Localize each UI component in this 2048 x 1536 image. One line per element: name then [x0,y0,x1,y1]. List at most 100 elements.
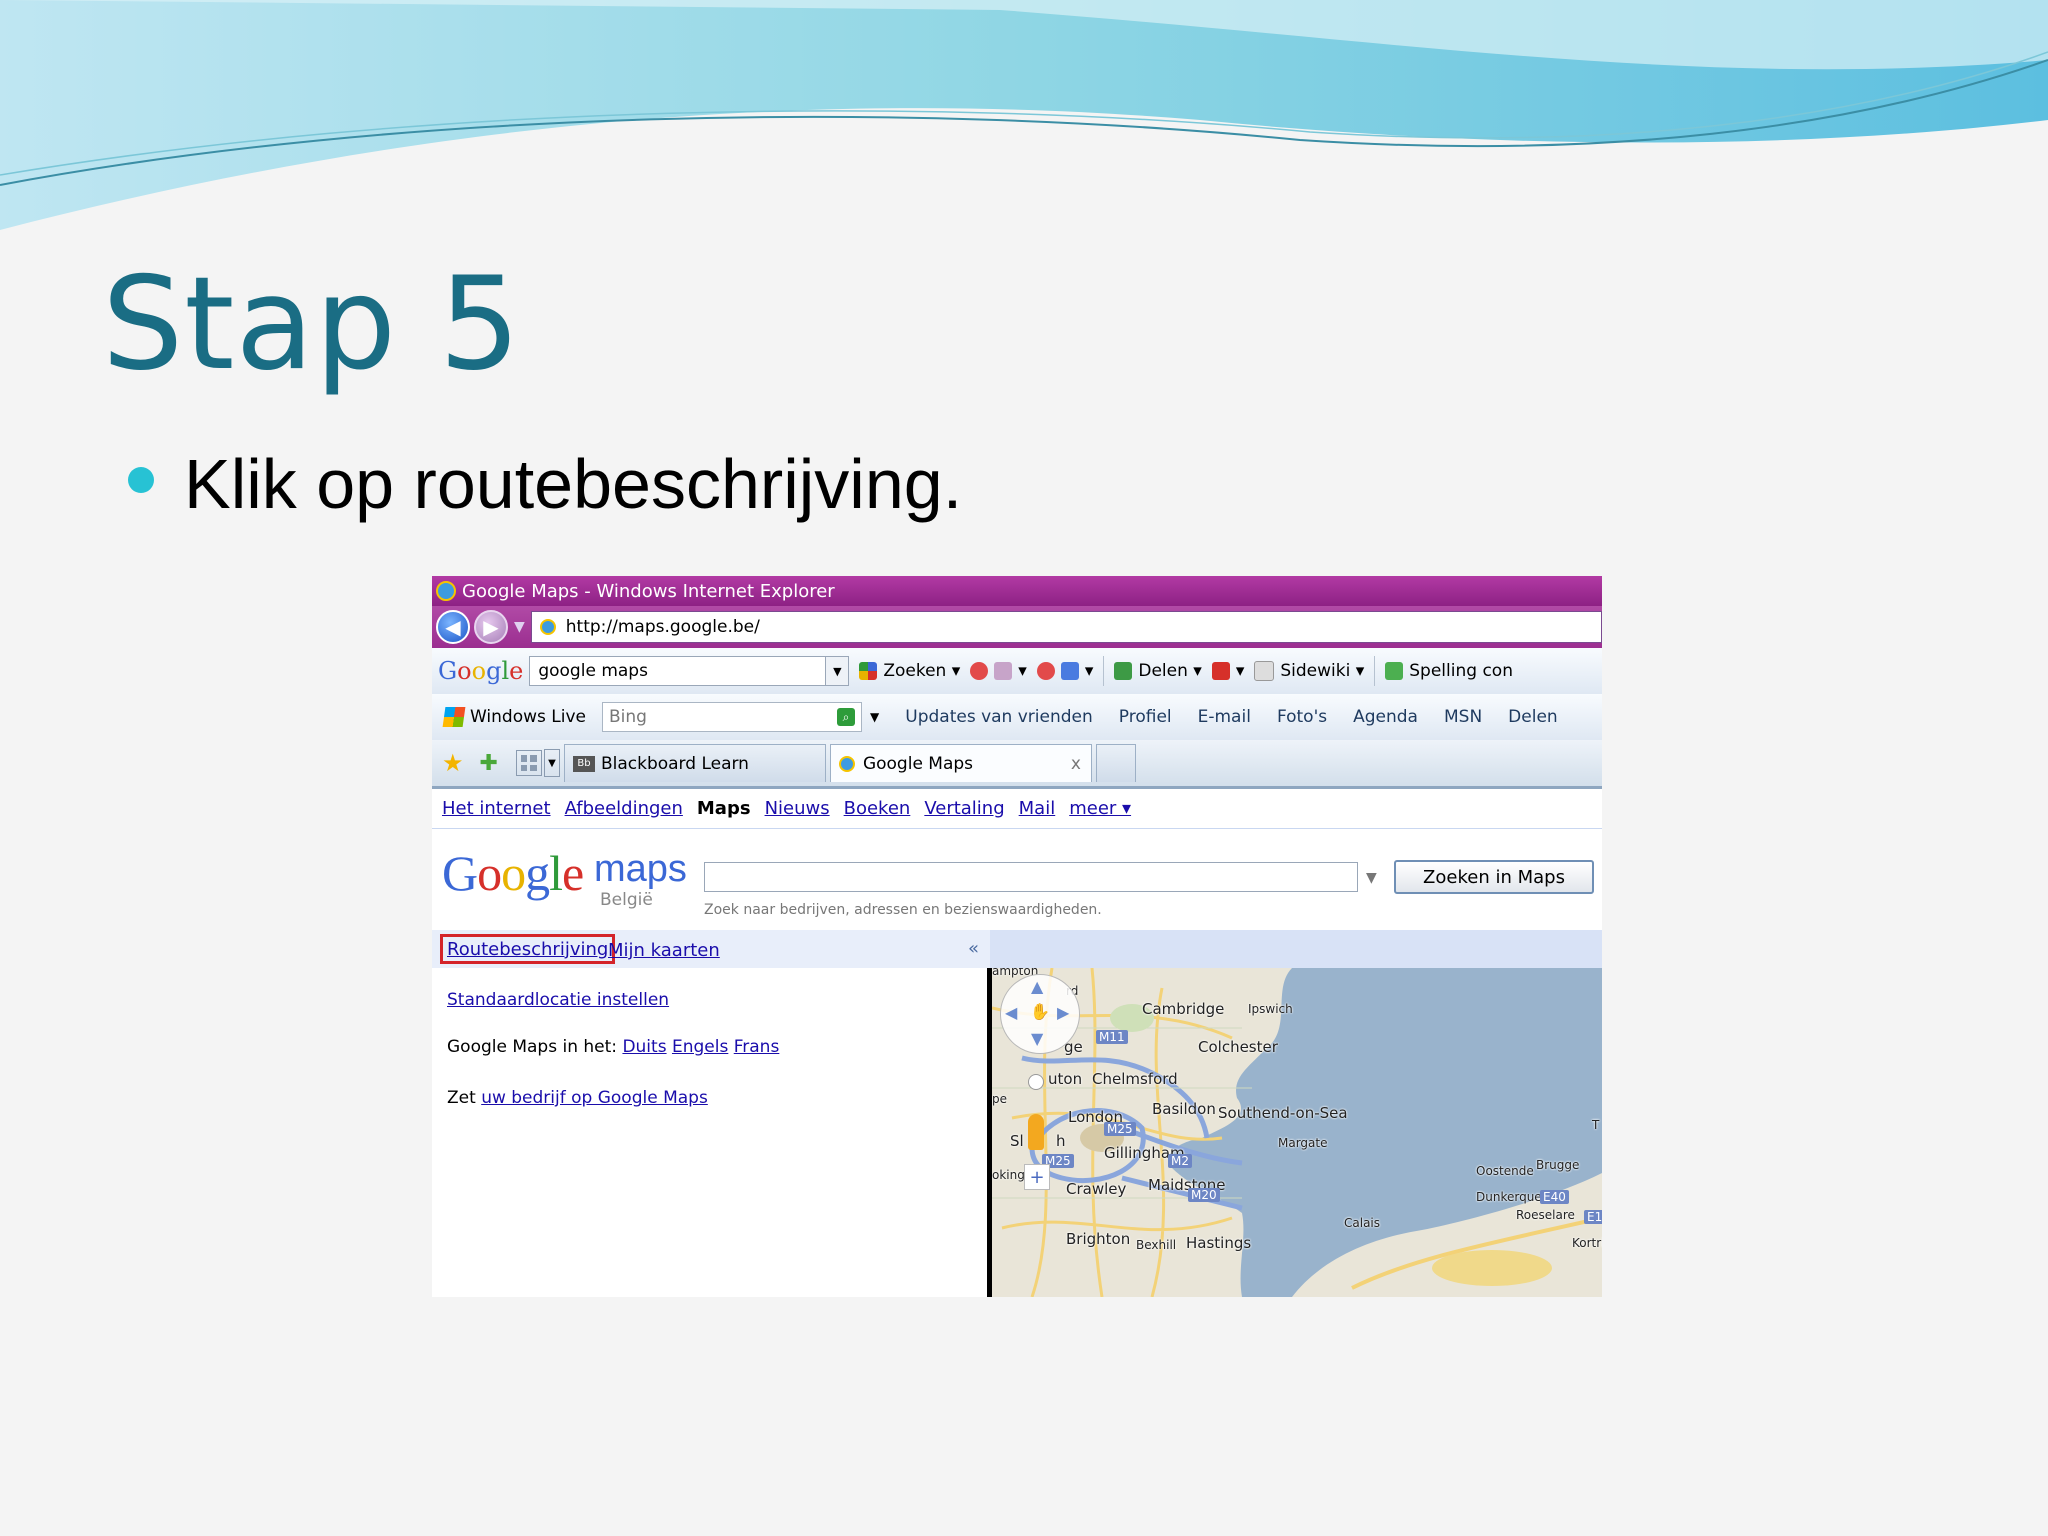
tab-google-maps[interactable]: Google Maps x [829,744,1092,782]
chevron-down-icon[interactable]: ▼ [1366,870,1377,886]
maps-search-button[interactable]: Zoeken in Maps [1394,860,1594,894]
map-label: pe [992,1092,1007,1106]
recent-pages-dropdown-icon[interactable]: ▼ [514,619,525,635]
street-view-pegman-icon[interactable] [1028,1114,1044,1150]
road-shield: M20 [1188,1188,1220,1202]
lang-link-frans[interactable]: Frans [734,1037,780,1057]
chevron-down-icon[interactable]: ▼ [825,657,849,685]
spelling-button[interactable]: Spelling con [1385,661,1513,681]
live-link-agenda[interactable]: Agenda [1353,707,1418,727]
back-button[interactable]: ◀ [436,610,470,644]
bookmark-button[interactable]: ▾ [1211,661,1244,681]
delen-button[interactable]: Delen ▾ [1114,661,1202,681]
lang-link-duits[interactable]: Duits [622,1037,666,1057]
pan-right-icon[interactable]: ▶ [1057,1003,1069,1022]
close-icon[interactable]: x [1071,754,1081,774]
map-view[interactable]: ampton rd Cambridge Ipswich Colchester g… [992,968,1602,1297]
tab-list-dropdown-icon[interactable]: ▼ [543,749,560,777]
tab-blackboard-learn[interactable]: Bb Blackboard Learn [563,744,826,782]
slide-bullet: Klik op routebeschrijving. [128,444,962,524]
business-prefix: Zet [447,1088,476,1108]
live-link-delen[interactable]: Delen [1508,707,1558,727]
maps-search-input[interactable] [704,862,1358,892]
live-link-fotos[interactable]: Foto's [1277,707,1327,727]
map-label: Chelmsford [1092,1070,1178,1088]
live-link-email[interactable]: E-mail [1198,707,1251,727]
zoom-handle-icon[interactable] [1028,1074,1044,1090]
gbar-link-mail[interactable]: Mail [1019,798,1056,819]
map-label: Southend-on-Sea [1218,1104,1348,1122]
map-label: Brighton [1066,1230,1131,1248]
gbar-link-web[interactable]: Het internet [442,798,551,819]
sidewiki-button[interactable]: Sidewiki ▾ [1254,661,1364,681]
map-label: h [1056,1132,1066,1150]
google-bar: Het internet Afbeeldingen Maps Nieuws Bo… [432,788,1602,829]
pan-down-icon[interactable]: ▼ [1031,1029,1043,1048]
maps-side-panel: Standaardlocatie instellen Google Maps i… [432,968,990,1297]
road-shield: E40 [1540,1190,1569,1204]
tab-label: Blackboard Learn [600,753,749,774]
add-button-icon [1060,662,1079,680]
bing-placeholder: Bing [609,707,647,727]
collapse-panel-icon[interactable]: « [968,938,979,959]
maps-search-hint: Zoek naar bedrijven, adressen en beziens… [704,902,1102,918]
bing-search-input[interactable]: Bing ⌕ [602,702,863,732]
default-location-link[interactable]: Standaardlocatie instellen [447,990,669,1010]
favorites-star-icon[interactable]: ★ [442,749,464,777]
live-link-profiel[interactable]: Profiel [1119,707,1172,727]
address-url: http://maps.google.be/ [565,617,760,637]
sidewiki-label: Sidewiki [1280,661,1351,681]
gbar-link-translate[interactable]: Vertaling [924,798,1004,819]
live-link-msn[interactable]: MSN [1444,707,1482,727]
routebeschrijving-link[interactable]: Routebeschrijving [440,934,616,964]
pan-up-icon[interactable]: ▲ [1031,977,1043,996]
favorites-tab-bar: ★ ✚ ▼ Bb Blackboard Learn Google Maps x [432,740,1602,789]
slide-title: Stap 5 [102,250,522,399]
gbar-link-more[interactable]: meer ▾ [1069,798,1131,819]
map-label: T [1592,1118,1600,1132]
search-icon[interactable]: ⌕ [837,708,856,726]
address-bar[interactable]: http://maps.google.be/ [530,611,1602,643]
google-toolbar-search-input[interactable]: google maps ▼ [529,656,850,686]
ie-logo-icon [436,581,456,601]
map-label: Crawley [1066,1180,1127,1198]
new-tab-button[interactable] [1095,744,1136,782]
gbar-link-news[interactable]: Nieuws [765,798,830,819]
map-label: Colchester [1198,1038,1278,1056]
chevron-down-icon[interactable]: ▼ [870,710,879,724]
road-shield: E1 [1584,1210,1602,1224]
mijn-kaarten-link[interactable]: Mijn kaarten [608,940,720,961]
windows-live-toolbar: Windows Live Bing ⌕ ▼ Updates van vriend… [432,694,1602,741]
road-shield: M2 [1168,1154,1192,1168]
map-label: Roeselare [1516,1208,1575,1222]
map-label: Dunkerque [1476,1190,1542,1204]
map-label: Bexhill [1136,1238,1177,1252]
google-toolbar: Google google maps ▼ Zoeken ▾ ▾ ▾ Delen … [432,648,1602,695]
slide-header-wave [0,0,2048,230]
quick-tabs-icon[interactable] [515,750,542,776]
forward-button[interactable]: ▶ [474,610,508,644]
map-pan-control[interactable]: ▲ ▼ ◀ ▶ ✋ [1000,974,1080,1054]
tab-label: Google Maps [862,753,974,774]
maps-logo-word: maps [594,848,687,890]
zoom-in-icon[interactable]: + [1024,1164,1050,1190]
pan-left-icon[interactable]: ◀ [1005,1003,1017,1022]
windows-live-brand[interactable]: Windows Live [470,707,586,727]
live-link-updates[interactable]: Updates van vrienden [905,707,1093,727]
gbar-link-images[interactable]: Afbeeldingen [565,798,683,819]
google-maps-logo[interactable]: Google [442,844,584,902]
zoeken-button[interactable]: Zoeken ▾ [859,661,960,681]
business-link[interactable]: uw bedrijf op Google Maps [481,1088,708,1108]
maps-header: Google maps België ▼ Zoeken in Maps Zoek… [432,828,1602,918]
lang-link-engels[interactable]: Engels [672,1037,728,1057]
add-favorite-icon[interactable]: ✚ [480,751,498,776]
windows-logo-icon [442,707,466,727]
bullet-text: Klik op routebeschrijving. [184,445,963,523]
spelling-label: Spelling con [1409,661,1513,681]
road-shield: M11 [1096,1030,1128,1044]
zoeken-label: Zoeken [883,661,947,681]
toolbar-button-group[interactable]: ▾ ▾ [970,661,1093,681]
gbar-link-books[interactable]: Boeken [844,798,911,819]
map-label: Hastings [1186,1234,1252,1252]
map-label: Calais [1344,1216,1381,1230]
